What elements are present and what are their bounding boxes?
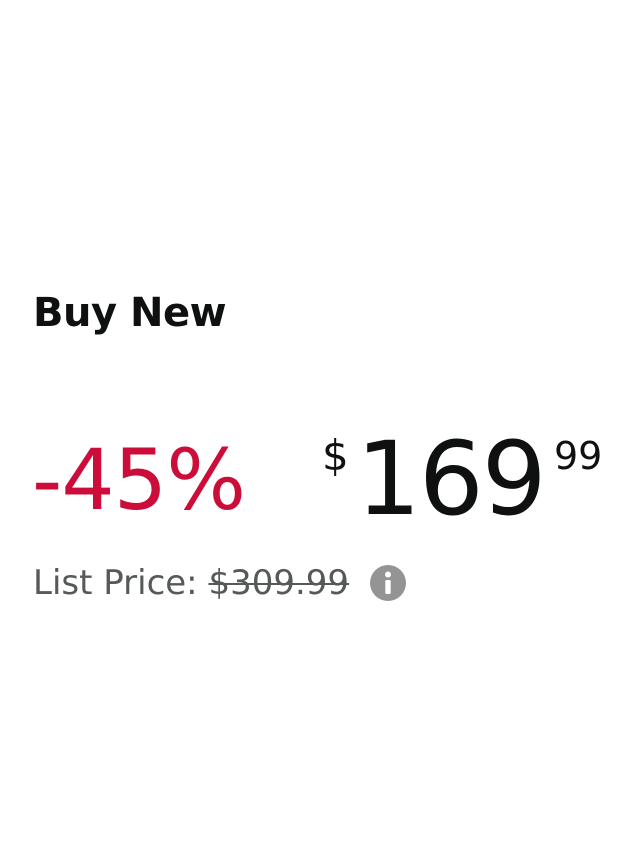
current-price: $ 169 99	[322, 420, 622, 540]
price-whole: 169	[356, 420, 547, 539]
list-price-value: $309.99	[208, 563, 350, 603]
discount-percentage: -45%	[32, 431, 246, 529]
buy-new-heading: Buy New	[33, 290, 227, 336]
price-block: -45% $ 169 99	[32, 420, 632, 540]
list-price: List Price: $309.99	[33, 560, 349, 606]
price-currency-symbol: $	[322, 431, 349, 480]
info-circle-icon[interactable]	[370, 565, 406, 601]
price-fraction: 99	[554, 434, 603, 478]
list-price-label: List Price:	[33, 563, 198, 603]
